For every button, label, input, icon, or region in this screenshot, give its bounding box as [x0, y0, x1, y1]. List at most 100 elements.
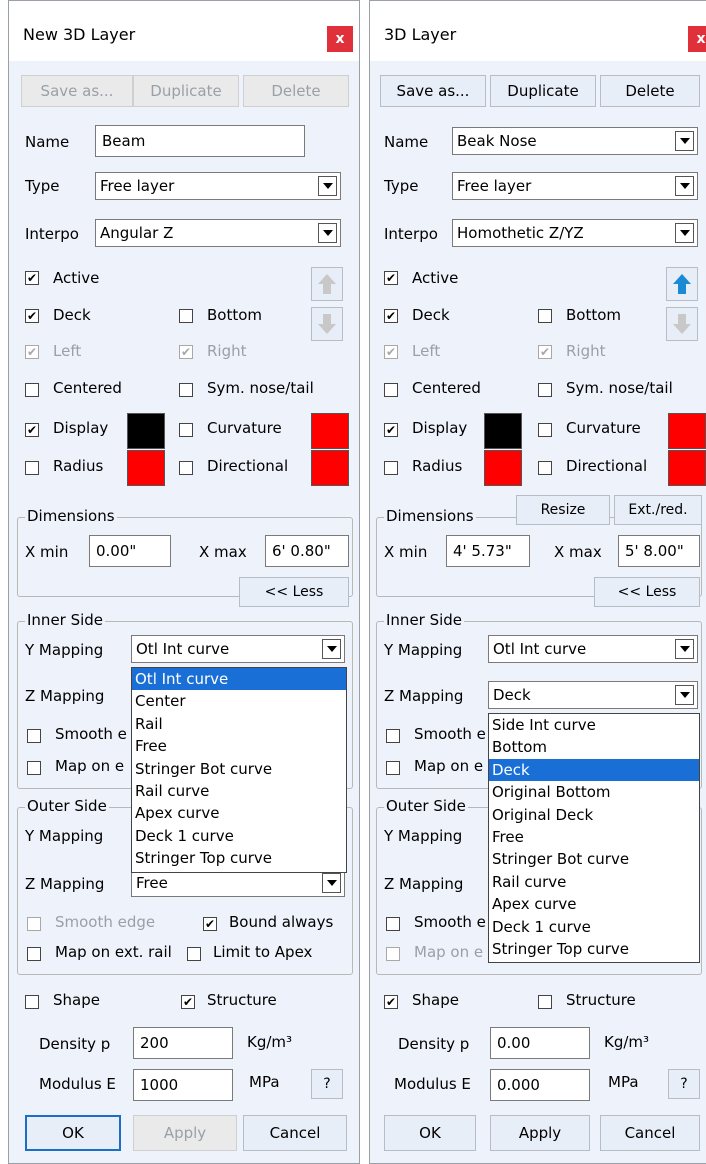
- cancel-button[interactable]: Cancel: [600, 1115, 700, 1151]
- bound-always-checkbox[interactable]: [203, 917, 217, 931]
- left-checkbox[interactable]: [25, 345, 39, 359]
- map-on-ext-checkbox[interactable]: [386, 761, 400, 775]
- bottom-checkbox[interactable]: [179, 309, 193, 323]
- smooth-edge-outer-checkbox[interactable]: [27, 917, 41, 931]
- help-button[interactable]: ?: [668, 1069, 700, 1099]
- name-input[interactable]: Beam: [95, 125, 305, 157]
- interpo-select[interactable]: Angular Z: [95, 219, 341, 247]
- radius-color-swatch[interactable]: [127, 450, 165, 486]
- radius-color-swatch[interactable]: [484, 450, 522, 486]
- smooth-edge-outer-checkbox[interactable]: [386, 917, 400, 931]
- shape-checkbox[interactable]: [25, 995, 39, 1009]
- xmax-input[interactable]: 5' 8.00": [618, 535, 700, 567]
- outer-z-mapping-select[interactable]: Free: [131, 869, 345, 897]
- dropdown-option[interactable]: Free: [132, 735, 346, 757]
- move-up-button[interactable]: [666, 267, 698, 301]
- type-select[interactable]: Free layer: [95, 172, 341, 200]
- dropdown-option[interactable]: Deck 1 curve: [132, 825, 346, 847]
- directional-color-swatch[interactable]: [668, 450, 706, 486]
- save-as-button[interactable]: Save as...: [21, 75, 133, 107]
- map-on-ext-checkbox[interactable]: [27, 761, 41, 775]
- density-input[interactable]: 200: [133, 1027, 233, 1059]
- dropdown-option[interactable]: Stringer Bot curve: [489, 848, 699, 870]
- smooth-edge-checkbox[interactable]: [27, 729, 41, 743]
- dropdown-option[interactable]: Deck 1 curve: [489, 916, 699, 938]
- y-mapping-select[interactable]: Otl Int curve: [131, 635, 345, 663]
- dropdown-option[interactable]: Apex curve: [489, 893, 699, 915]
- xmax-input[interactable]: 6' 0.80": [265, 535, 349, 567]
- map-on-ext-rail-checkbox[interactable]: [27, 947, 41, 961]
- directional-color-swatch[interactable]: [311, 450, 349, 486]
- curvature-checkbox[interactable]: [179, 423, 193, 437]
- dropdown-option[interactable]: Stringer Top curve: [132, 847, 346, 869]
- deck-checkbox[interactable]: [384, 309, 398, 323]
- bottom-checkbox[interactable]: [538, 309, 552, 323]
- help-button[interactable]: ?: [311, 1069, 343, 1099]
- delete-button[interactable]: Delete: [600, 75, 700, 107]
- z-mapping-select[interactable]: Deck: [488, 681, 698, 709]
- apply-button[interactable]: Apply: [490, 1115, 590, 1151]
- type-select[interactable]: Free layer: [452, 172, 698, 200]
- dropdown-option[interactable]: Deck: [489, 758, 699, 782]
- structure-checkbox[interactable]: [181, 995, 195, 1009]
- curvature-color-swatch[interactable]: [668, 413, 706, 449]
- xmin-input[interactable]: 4' 5.73": [446, 535, 530, 567]
- cancel-button[interactable]: Cancel: [243, 1115, 347, 1151]
- left-checkbox[interactable]: [384, 345, 398, 359]
- dropdown-option[interactable]: Free: [489, 826, 699, 848]
- deck-checkbox[interactable]: [25, 309, 39, 323]
- display-checkbox[interactable]: [384, 423, 398, 437]
- dropdown-option[interactable]: Original Deck: [489, 804, 699, 826]
- less-button[interactable]: << Less: [594, 577, 700, 607]
- name-select[interactable]: Beak Nose: [452, 127, 698, 155]
- right-checkbox[interactable]: [179, 345, 193, 359]
- limit-to-apex-checkbox[interactable]: [187, 947, 201, 961]
- ok-button[interactable]: OK: [384, 1115, 476, 1151]
- apply-button[interactable]: Apply: [133, 1115, 237, 1151]
- active-checkbox[interactable]: [384, 271, 398, 285]
- duplicate-button[interactable]: Duplicate: [133, 75, 239, 107]
- dropdown-option[interactable]: Otl Int curve: [132, 668, 346, 691]
- dropdown-option[interactable]: Center: [132, 690, 346, 712]
- dropdown-option[interactable]: Rail: [132, 713, 346, 735]
- dropdown-option[interactable]: Original Bottom: [489, 781, 699, 803]
- dropdown-option[interactable]: Stringer Top curve: [489, 938, 699, 960]
- duplicate-button[interactable]: Duplicate: [490, 75, 596, 107]
- modulus-input[interactable]: 1000: [133, 1069, 233, 1101]
- dropdown-option[interactable]: Rail curve: [489, 871, 699, 893]
- density-input[interactable]: 0.00: [490, 1027, 590, 1059]
- ok-button[interactable]: OK: [25, 1115, 121, 1151]
- delete-button[interactable]: Delete: [243, 75, 349, 107]
- close-button[interactable]: x: [327, 26, 353, 52]
- curvature-checkbox[interactable]: [538, 423, 552, 437]
- shape-checkbox[interactable]: [384, 995, 398, 1009]
- structure-checkbox[interactable]: [538, 995, 552, 1009]
- move-down-button[interactable]: [311, 307, 343, 341]
- display-checkbox[interactable]: [25, 423, 39, 437]
- curvature-color-swatch[interactable]: [311, 413, 349, 449]
- smooth-edge-checkbox[interactable]: [386, 729, 400, 743]
- dropdown-option[interactable]: Stringer Bot curve: [132, 758, 346, 780]
- right-checkbox[interactable]: [538, 345, 552, 359]
- radius-checkbox[interactable]: [25, 461, 39, 475]
- radius-checkbox[interactable]: [384, 461, 398, 475]
- dropdown-option[interactable]: Rail curve: [132, 780, 346, 802]
- map-on-ext-outer-checkbox[interactable]: [386, 947, 400, 961]
- move-down-button[interactable]: [666, 307, 698, 341]
- resize-button[interactable]: Resize: [516, 495, 610, 525]
- centered-checkbox[interactable]: [25, 383, 39, 397]
- less-button[interactable]: << Less: [239, 577, 349, 607]
- directional-checkbox[interactable]: [538, 461, 552, 475]
- interpo-select[interactable]: Homothetic Z/YZ: [452, 219, 698, 247]
- centered-checkbox[interactable]: [384, 383, 398, 397]
- ext-red-button[interactable]: Ext./red.: [614, 495, 702, 525]
- active-checkbox[interactable]: [25, 271, 39, 285]
- modulus-input[interactable]: 0.000: [490, 1069, 590, 1101]
- directional-checkbox[interactable]: [179, 461, 193, 475]
- display-color-swatch[interactable]: [484, 413, 522, 449]
- sym-nose-tail-checkbox[interactable]: [538, 383, 552, 397]
- dropdown-option[interactable]: Bottom: [489, 736, 699, 758]
- dropdown-option[interactable]: Side Int curve: [489, 714, 699, 736]
- dropdown-option[interactable]: Apex curve: [132, 802, 346, 824]
- display-color-swatch[interactable]: [127, 413, 165, 449]
